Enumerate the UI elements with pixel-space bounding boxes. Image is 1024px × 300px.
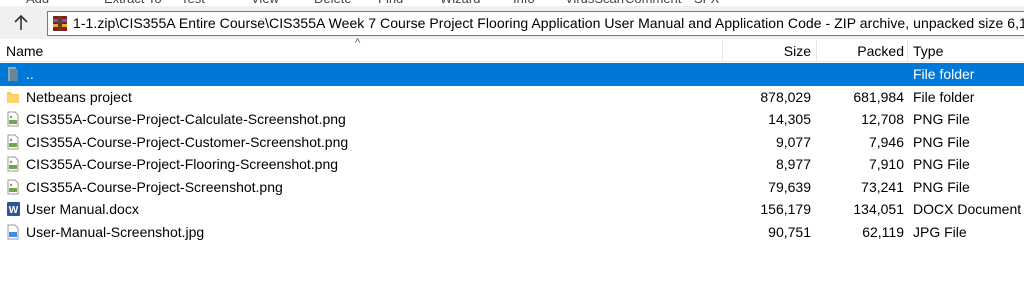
file-packed: 7,910 — [868, 156, 904, 172]
file-size: 878,029 — [760, 88, 811, 105]
arrow-up-icon — [14, 14, 28, 30]
file-type: DOCX Document — [913, 201, 1022, 217]
file-name: .. — [26, 66, 34, 82]
file-name: CIS355A-Course-Project-Flooring-Screensh… — [26, 156, 339, 172]
file-name: User Manual.docx — [26, 201, 139, 217]
file-type: File folder — [913, 88, 975, 105]
file-size: 156,179 — [760, 201, 811, 217]
file-packed: 7,946 — [868, 133, 904, 150]
column-header-name[interactable]: Name — [6, 43, 43, 59]
png-file-icon — [7, 111, 19, 127]
column-header-size[interactable]: Size — [784, 43, 811, 59]
file-size: 9,077 — [775, 133, 811, 150]
file-type: PNG File — [913, 156, 970, 172]
file-name: Netbeans project — [26, 88, 132, 105]
file-size: 14,305 — [768, 111, 811, 127]
png-file-icon — [7, 156, 19, 172]
parent-folder-icon — [8, 67, 18, 81]
file-name: User-Manual-Screenshot.jpg — [26, 223, 205, 240]
file-type: JPG File — [913, 223, 967, 240]
file-name: CIS355A-Course-Project-Customer-Screensh… — [26, 133, 349, 150]
column-divider[interactable] — [722, 40, 723, 61]
file-row[interactable]: Netbeans project 878,029 681,984 File fo… — [0, 86, 1024, 109]
file-type: PNG File — [913, 178, 970, 195]
file-type: File folder — [913, 66, 975, 82]
file-packed: 681,984 — [853, 88, 904, 105]
file-row[interactable]: CIS355A-Course-Project-Screenshot.png 79… — [0, 176, 1024, 199]
up-button[interactable] — [6, 11, 36, 35]
address-path-text: 1-1.zip\CIS355A Entire Course\CIS355A We… — [73, 15, 1024, 31]
file-size: 79,639 — [768, 178, 811, 195]
winrar-archive-icon — [53, 16, 67, 31]
folder-icon — [7, 91, 19, 103]
file-type: PNG File — [913, 111, 970, 127]
file-packed: 134,051 — [853, 201, 904, 217]
file-row[interactable]: .. File folder — [0, 63, 1024, 86]
column-divider[interactable] — [907, 40, 908, 61]
column-divider[interactable] — [816, 40, 817, 61]
column-header-packed[interactable]: Packed — [857, 43, 904, 59]
file-packed: 12,708 — [861, 111, 904, 127]
address-field[interactable]: 1-1.zip\CIS355A Entire Course\CIS355A We… — [47, 11, 1024, 36]
png-file-icon — [7, 134, 19, 149]
file-name: CIS355A-Course-Project-Screenshot.png — [26, 178, 283, 195]
file-packed: 73,241 — [861, 178, 904, 195]
file-row[interactable]: CIS355A-Course-Project-Flooring-Screensh… — [0, 153, 1024, 176]
file-name: CIS355A-Course-Project-Calculate-Screens… — [26, 111, 346, 127]
file-row[interactable]: CIS355A-Course-Project-Calculate-Screens… — [0, 108, 1024, 131]
file-packed: 62,119 — [862, 223, 904, 240]
svg-text:W: W — [9, 205, 19, 216]
file-size: 8,977 — [775, 156, 811, 172]
file-size: 90,751 — [768, 223, 811, 240]
file-type: PNG File — [913, 133, 970, 150]
word-document-icon: W — [7, 202, 20, 216]
sort-ascending-icon: ^ — [355, 37, 361, 49]
file-row[interactable]: CIS355A-Course-Project-Customer-Screensh… — [0, 131, 1024, 154]
column-header-type[interactable]: Type — [913, 43, 943, 59]
png-file-icon — [7, 179, 19, 194]
address-bar-row: 1-1.zip\CIS355A Entire Course\CIS355A We… — [0, 6, 1024, 39]
jpg-file-icon — [7, 224, 19, 239]
file-row[interactable]: W User Manual.docx 156,179 134,051 DOCX … — [0, 198, 1024, 221]
file-list: .. File folder Netbeans project 878,029 … — [0, 63, 1024, 243]
file-row[interactable]: User-Manual-Screenshot.jpg 90,751 62,119… — [0, 221, 1024, 244]
column-header-row: Name ^ Size Packed Type — [0, 37, 1024, 62]
